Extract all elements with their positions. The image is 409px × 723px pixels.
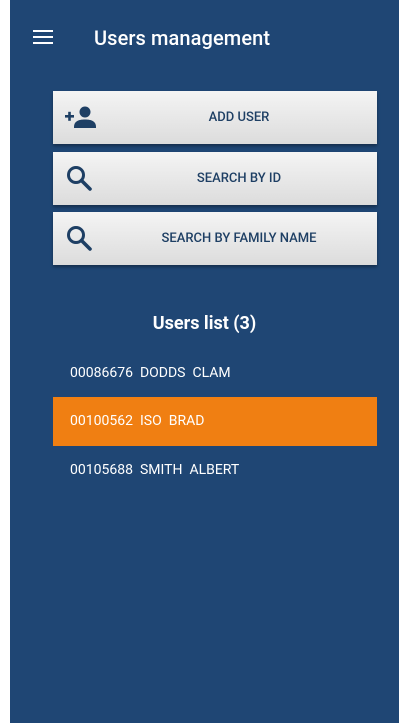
user-family-name: SMITH [139, 462, 183, 478]
search-by-id-label: SEARCH BY ID [196, 171, 282, 186]
app-bar: Users management [10, 0, 399, 80]
search-icon [65, 164, 97, 194]
user-list-item-selected[interactable]: 00100562 ISO BRAD [53, 397, 377, 446]
user-id: 00105688 [70, 462, 133, 478]
page-title: Users management [94, 26, 271, 50]
user-given-name: BRAD [168, 413, 205, 429]
user-given-name: ALBERT [189, 462, 240, 478]
add-user-label: ADD USER [208, 110, 270, 125]
add-user-button[interactable]: ADD USER [53, 91, 377, 144]
user-given-name: CLAM [192, 365, 231, 381]
search-by-id-button[interactable]: SEARCH BY ID [53, 152, 377, 205]
user-family-name: ISO [139, 413, 162, 429]
user-id: 00086676 [70, 365, 133, 381]
user-family-name: DODDS [139, 365, 186, 381]
search-by-family-name-button[interactable]: SEARCH BY FAMILY NAME [53, 212, 377, 265]
user-list-item[interactable]: 00105688 SMITH ALBERT [53, 446, 377, 495]
hamburger-menu-icon[interactable] [33, 29, 53, 45]
search-by-family-name-label: SEARCH BY FAMILY NAME [161, 231, 317, 246]
app-screen: Users management ADD USER SEARCH BY ID S… [10, 0, 399, 723]
user-id: 00100562 [70, 413, 133, 429]
users-list-title: Users list (3) [152, 313, 257, 334]
search-icon [65, 224, 97, 254]
user-list-item[interactable]: 00086676 DODDS CLAM [53, 349, 377, 398]
person-add-icon [65, 103, 97, 133]
